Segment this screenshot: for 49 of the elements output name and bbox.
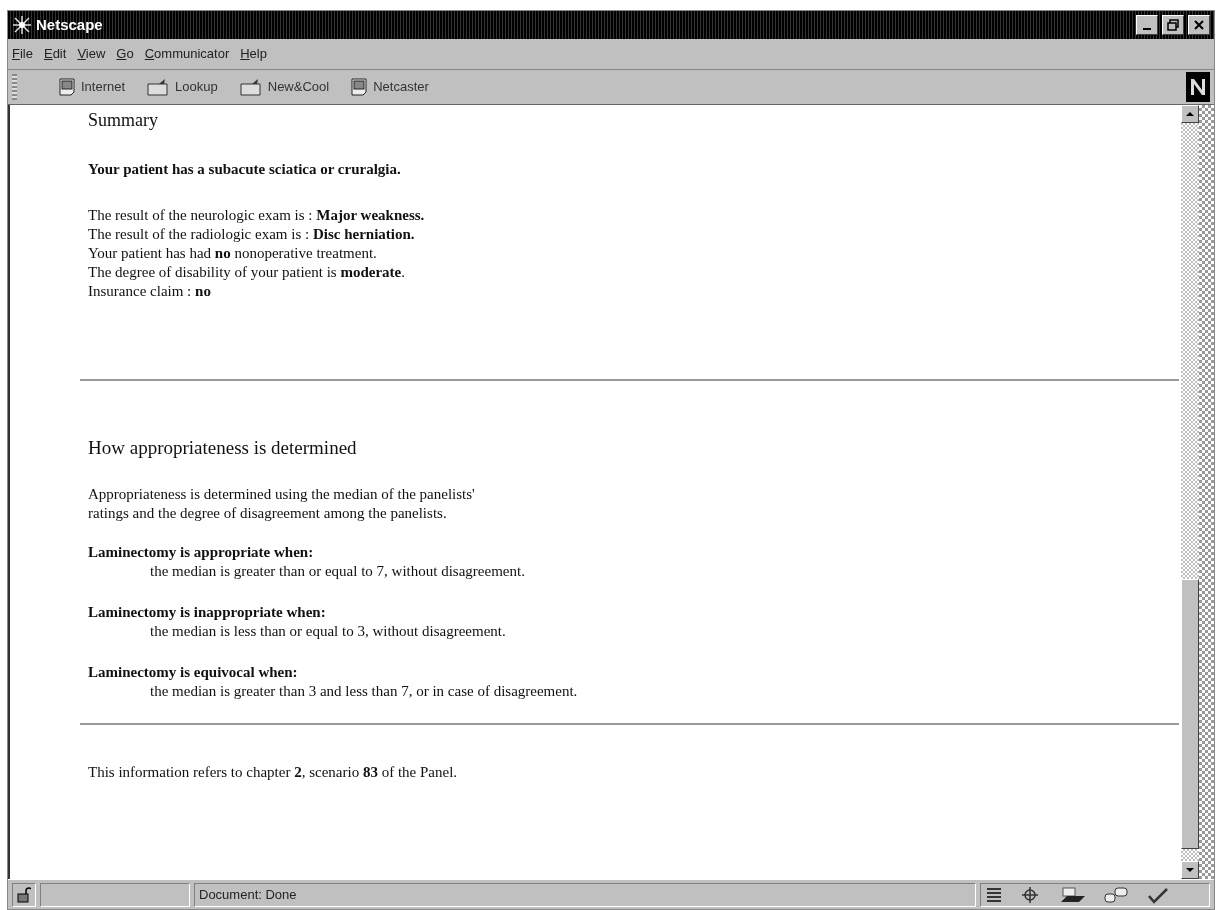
summary-line: Your patient has had no nonoperative treatment. <box>88 244 378 263</box>
intro-paragraph: Appropriateness is determined using the median of the panelists' ratings and the degree of disagreement among the panelists. <box>88 485 476 523</box>
section-heading: How appropriateness is determined <box>88 438 358 457</box>
menu-item[interactable]: View <box>77 44 106 64</box>
list-icon[interactable] <box>985 885 1003 904</box>
footer-text: This information refers to chapter 2, scenario 83 of the Panel. <box>88 763 459 782</box>
summary-line: The degree of disability of your patient is moderate. <box>88 263 406 282</box>
status-text: Document: Done <box>199 885 297 904</box>
scroll-down-icon[interactable] <box>1185 867 1195 873</box>
menu-item[interactable]: Edit <box>43 44 67 64</box>
rule-text: the median is greater than 3 and less than 7, or in case of disagreement. <box>150 682 579 701</box>
logo-icon <box>1186 72 1210 102</box>
toolbar-button[interactable]: New&Cool <box>233 77 336 97</box>
folder-icon <box>239 78 262 96</box>
toolbar-button[interactable]: Lookup <box>141 77 224 97</box>
summary-line: The result of the radiologic exam is : Disc herniation. <box>88 225 416 244</box>
rule-text: the median is less than or equal to 3, without disagreement. <box>150 622 507 641</box>
diagnosis-text: Your patient has a subacute sciatica or cruralgia. <box>88 160 402 179</box>
scrollbar[interactable] <box>1181 105 1199 879</box>
menu-item[interactable]: File <box>12 44 33 64</box>
summary-line: The result of the neurologic exam is : Major weakness. <box>88 206 426 225</box>
summary-line: Insurance claim : no <box>88 282 212 301</box>
restore-button[interactable] <box>1162 15 1184 35</box>
toolbar-button[interactable]: Netcaster <box>345 77 435 97</box>
folder-icon <box>147 78 170 96</box>
restore-icon <box>1167 19 1179 31</box>
rule-title: Laminectomy is equivocal when: <box>88 663 299 682</box>
rule-title: Laminectomy is inappropriate when: <box>88 603 327 622</box>
page-icon <box>351 78 368 96</box>
security-icon[interactable] <box>17 886 31 903</box>
rule-title: Laminectomy is appropriate when: <box>88 543 315 562</box>
minimize-icon <box>1143 28 1151 30</box>
menu-item[interactable]: Help <box>240 44 267 64</box>
menu-item[interactable]: Go <box>116 44 134 64</box>
app-icon <box>12 15 32 35</box>
section-heading: Summary <box>88 111 159 130</box>
toolbar-button[interactable]: Internet <box>53 77 132 97</box>
pen-icon[interactable] <box>1145 885 1169 904</box>
scroll-up-icon[interactable] <box>1185 111 1195 117</box>
page-icon <box>59 78 75 96</box>
chat-icon[interactable] <box>1103 885 1129 904</box>
window-title: Netscape <box>36 14 103 35</box>
close-icon <box>1193 19 1205 31</box>
close-button[interactable] <box>1188 15 1210 35</box>
toolbar-grip[interactable] <box>12 74 17 100</box>
menu-item[interactable]: Communicator <box>144 44 230 64</box>
inbox-icon[interactable] <box>1059 885 1087 904</box>
rule-text: the median is greater than or equal to 7, without disagreement. <box>150 562 526 581</box>
minimize-button[interactable] <box>1136 15 1158 35</box>
